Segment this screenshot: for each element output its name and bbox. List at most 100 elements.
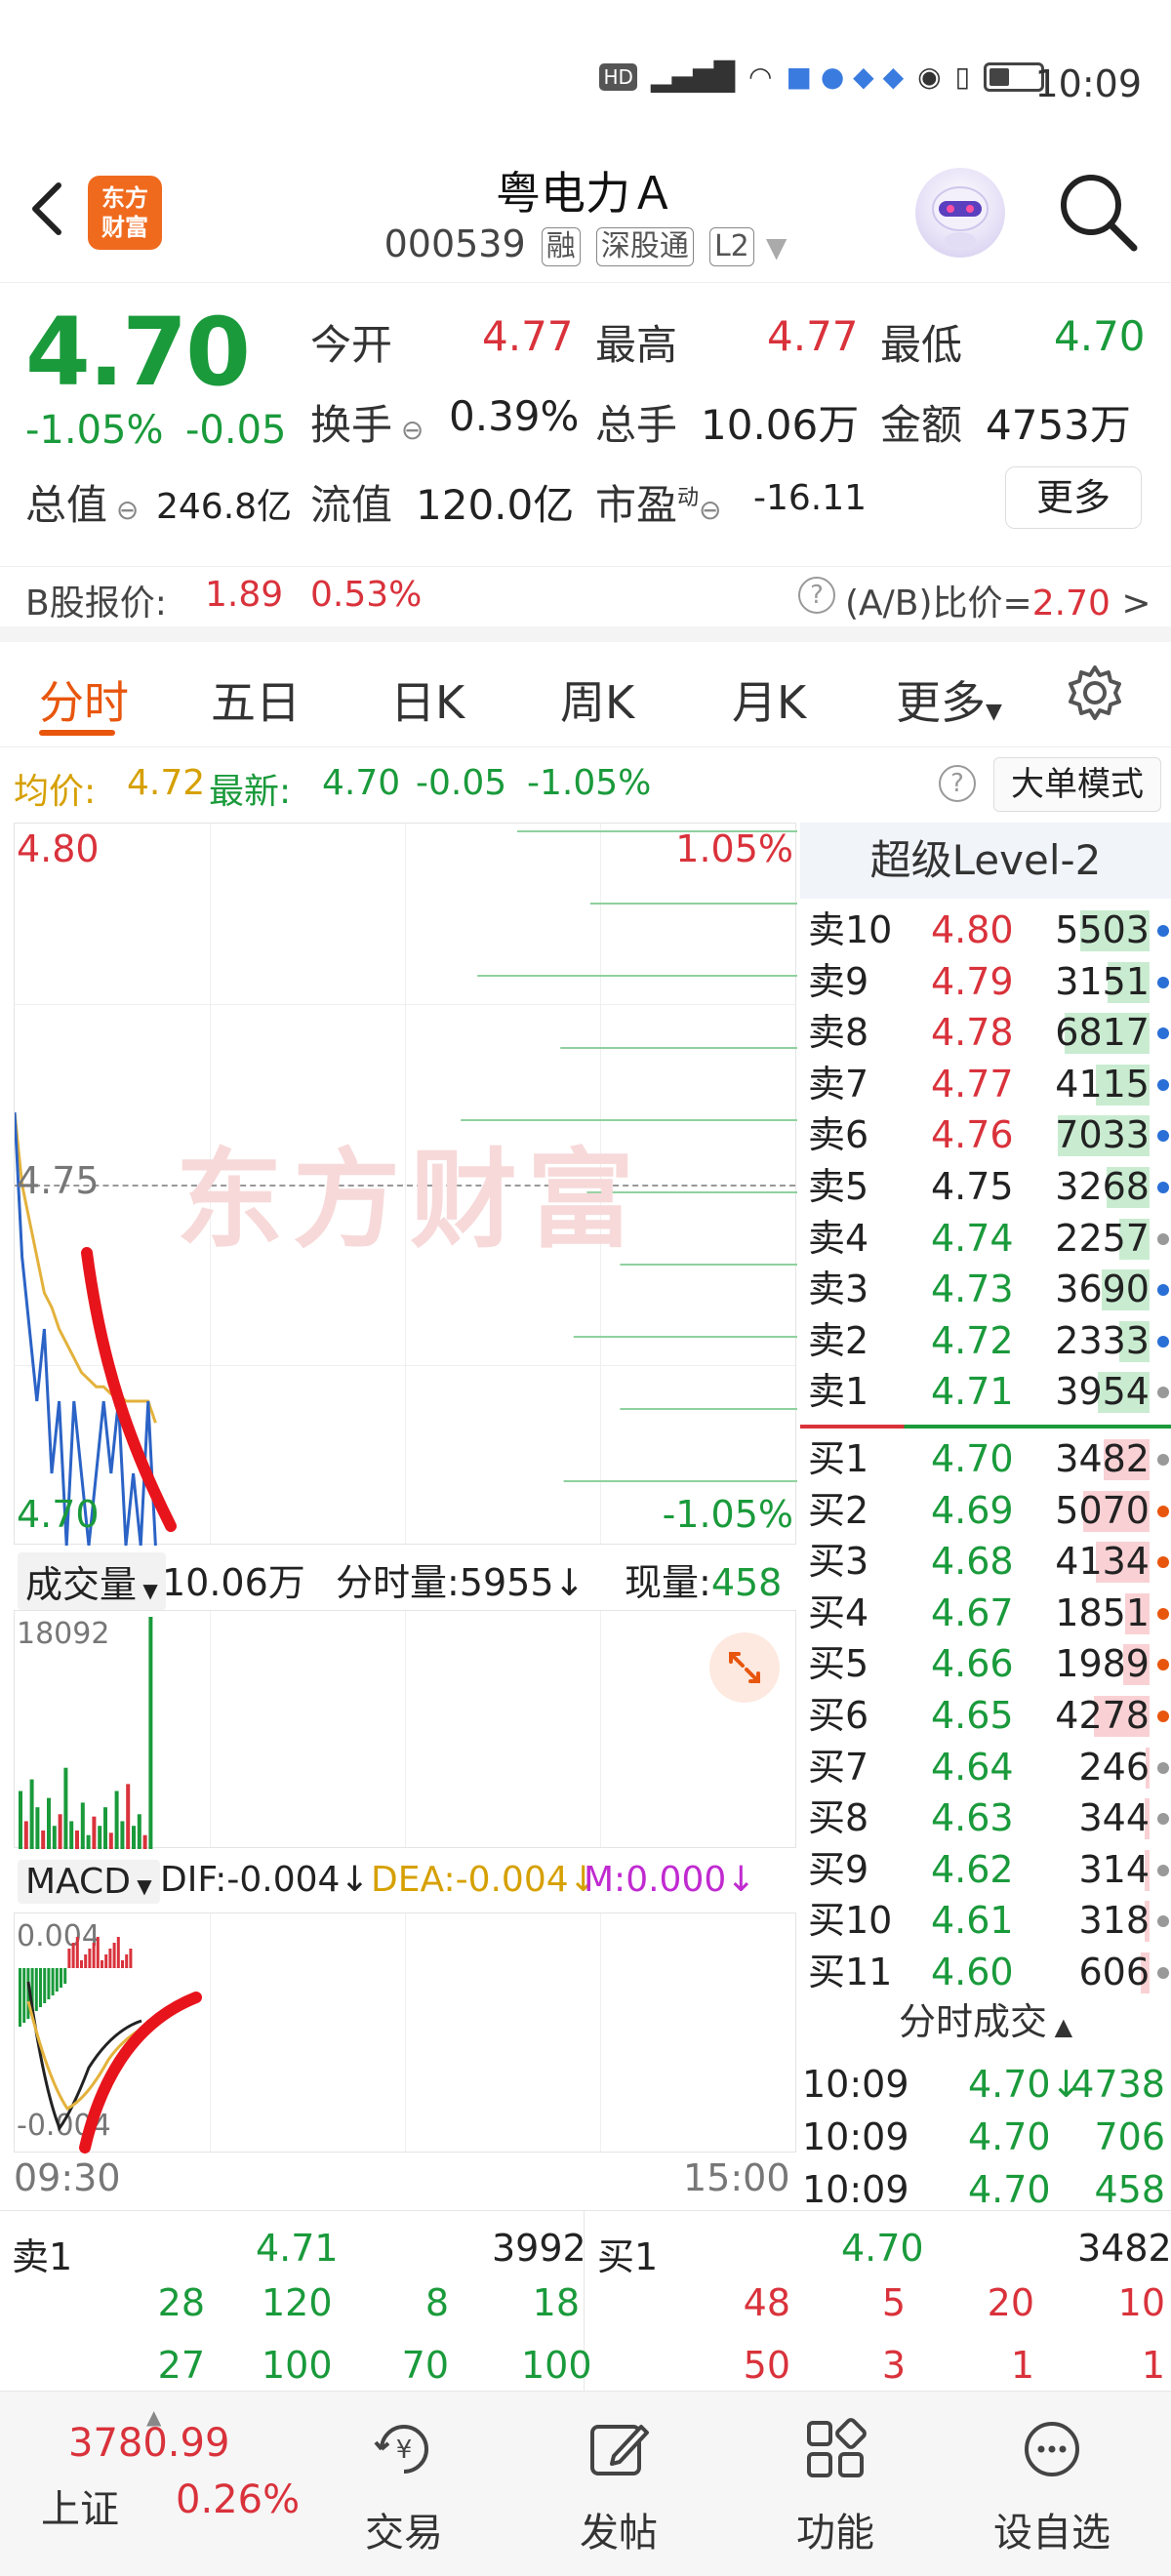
mid-price-label: 4.75 (17, 1159, 100, 1202)
info-icon[interactable]: ⊖ (107, 494, 139, 526)
status-dot-icon (1157, 1454, 1169, 1466)
macd-dif: DIF:-0.004↓ (160, 1860, 370, 1900)
bid-level-price: 4.67 (931, 1590, 1014, 1634)
change-value: -0.05 (185, 408, 287, 453)
status-dot-icon (1157, 1915, 1169, 1928)
bshare-row[interactable]: B股报价: 1.89 0.53% ? (A/B)比价=2.70 > (0, 566, 1171, 624)
top-pct-label: 1.05% (675, 827, 793, 870)
level2-panel: 超级Level-2 卖10 4.80 5503 卖9 4.79 3151 卖8 4.78 681… (800, 823, 1171, 1993)
status-dot-icon (1157, 1659, 1169, 1671)
volume-bar (92, 1816, 97, 1849)
bid-level-row[interactable]: 买1 4.70 3482 (800, 1433, 1171, 1485)
tick-row: 10:09 4.70 706 (800, 2110, 1171, 2164)
change-pct: -1.05% (25, 408, 164, 453)
ask-level-row[interactable]: 卖6 4.76 7033 (800, 1109, 1171, 1161)
connect-tag: 深股通 (595, 226, 694, 266)
ask-level-price: 4.74 (931, 1216, 1014, 1260)
status-icons: HD ▂▄▆█ ◠ ■ ● ◆ ◆ ◉ ▯ (599, 60, 1044, 93)
nav-post[interactable]: 发帖 (541, 2392, 697, 2576)
ask-level-row[interactable]: 卖8 4.78 6817 (800, 1007, 1171, 1059)
latest-change: -0.05 (416, 763, 507, 803)
status-dot-icon (1157, 1027, 1169, 1040)
bid-level-row[interactable]: 买2 4.69 5070 (800, 1485, 1171, 1537)
level2-title[interactable]: 超级Level-2 (800, 823, 1171, 899)
high-value: 4.77 (767, 312, 859, 360)
macd-chart[interactable]: 0.004 -0.004 (14, 1912, 796, 2153)
bid-level-price: 4.64 (931, 1745, 1014, 1789)
ask-level-row[interactable]: 卖5 4.75 3268 (800, 1161, 1171, 1213)
tab-weekly-k[interactable]: 周K (560, 667, 634, 732)
tab-indicator (39, 730, 115, 736)
more-dots-icon (1025, 2422, 1079, 2476)
nav-function[interactable]: 功能 (757, 2392, 913, 2576)
index-ticker[interactable]: 3780.99 ▲ 上证 0.26% (20, 2392, 300, 2576)
info-icon[interactable]: ⊖ (699, 494, 721, 526)
queue-qty: 5 (881, 2281, 906, 2324)
ask-level-qty: 5503 (1055, 908, 1150, 951)
ask-level-row[interactable]: 卖2 4.72 2333 (800, 1315, 1171, 1367)
tick-price: 4.70↓ (968, 2063, 1082, 2106)
macd-dea: DEA:-0.004↓ (371, 1860, 598, 1900)
bid-level-row[interactable]: 买10 4.61 318 (800, 1895, 1171, 1947)
ask-level-row[interactable]: 卖10 4.80 5503 (800, 905, 1171, 956)
ask-level-row[interactable]: 卖7 4.77 4115 (800, 1059, 1171, 1110)
ask-level-label: 卖6 (808, 1113, 869, 1157)
ask-level-row[interactable]: 卖3 4.73 3690 (800, 1264, 1171, 1315)
bid-level-row[interactable]: 买4 4.67 1851 (800, 1588, 1171, 1639)
macd-bar (71, 1943, 75, 1968)
ask-level-qty: 7033 (1055, 1113, 1150, 1157)
tab-monthly-k[interactable]: 月K (732, 667, 806, 732)
volume-selector[interactable]: 成交量 ▼ (18, 1552, 166, 1610)
period-tabs: 分时 五日 日K 周K 月K 更多▼ (0, 640, 1171, 747)
macd-selector[interactable]: MACD ▼ (18, 1860, 160, 1904)
volume-bar (47, 1797, 51, 1849)
bid-level-qty: 318 (1078, 1899, 1150, 1943)
ticks-title[interactable]: 分时成交 ▲ (800, 1991, 1171, 2053)
volume-bar (98, 1826, 102, 1849)
status-dot-icon (1157, 1505, 1169, 1517)
bid-level-label: 买8 (808, 1796, 869, 1840)
avg-label: 均价: (14, 772, 97, 812)
gear-icon[interactable] (1066, 664, 1124, 722)
bid-level-row[interactable]: 买7 4.64 246 (800, 1742, 1171, 1793)
nav-trade[interactable]: ¥ 交易 (326, 2392, 482, 2576)
ask1-label: 卖1 (12, 2235, 73, 2278)
ask-level-row[interactable]: 卖9 4.79 3151 (800, 956, 1171, 1008)
avg-value: 4.72 (127, 763, 206, 803)
nav-add-watchlist[interactable]: 设自选 (974, 2392, 1130, 2576)
bid-level-row[interactable]: 买8 4.63 344 (800, 1792, 1171, 1844)
volume-bar (69, 1821, 74, 1849)
bid-level-row[interactable]: 买5 4.66 1989 (800, 1638, 1171, 1690)
volume-bar (80, 1802, 85, 1849)
help-icon[interactable]: ? (939, 765, 976, 802)
robot-avatar[interactable] (915, 168, 1005, 258)
expand-button[interactable] (709, 1632, 780, 1703)
bid-level-row[interactable]: 买6 4.65 4278 (800, 1690, 1171, 1742)
tab-intraday[interactable]: 分时 (39, 667, 129, 732)
ask-level-row[interactable]: 卖4 4.74 2257 (800, 1213, 1171, 1265)
help-icon[interactable]: ? (798, 577, 835, 614)
volume-chart[interactable]: 18092 (14, 1610, 796, 1849)
tab-more[interactable]: 更多▼ (896, 667, 1002, 732)
big-order-mode-button[interactable]: 大单模式 (993, 757, 1161, 812)
volume-bar (103, 1807, 107, 1849)
robot-icon (932, 186, 989, 248)
bid-level-row[interactable]: 买3 4.68 4134 (800, 1536, 1171, 1588)
more-button[interactable]: 更多 (1005, 466, 1142, 529)
tab-daily-k[interactable]: 日K (390, 667, 464, 732)
search-icon[interactable] (1054, 168, 1142, 256)
queue-qty: 120 (262, 2281, 333, 2324)
bid-level-label: 买3 (808, 1540, 869, 1584)
ask-level-row[interactable]: 卖1 4.71 3954 (800, 1366, 1171, 1418)
tab-five-day[interactable]: 五日 (211, 667, 301, 732)
ask-level-price: 4.79 (931, 959, 1014, 1003)
tick-volume: 分时量:5955↓ (336, 1561, 586, 1604)
queue-qty: 28 (157, 2281, 205, 2324)
bid-level-row[interactable]: 买9 4.62 314 (800, 1844, 1171, 1896)
bid-level-label: 买2 (808, 1488, 869, 1532)
info-icon[interactable]: ⊖ (392, 414, 424, 446)
volume-header: 成交量 ▼ 10.06万 分时量:5955↓ 现量:458 (14, 1545, 796, 1610)
macd-bar (19, 1968, 21, 2027)
queue-qty: 1 (1010, 2344, 1034, 2387)
queue-qty: 50 (743, 2344, 790, 2387)
